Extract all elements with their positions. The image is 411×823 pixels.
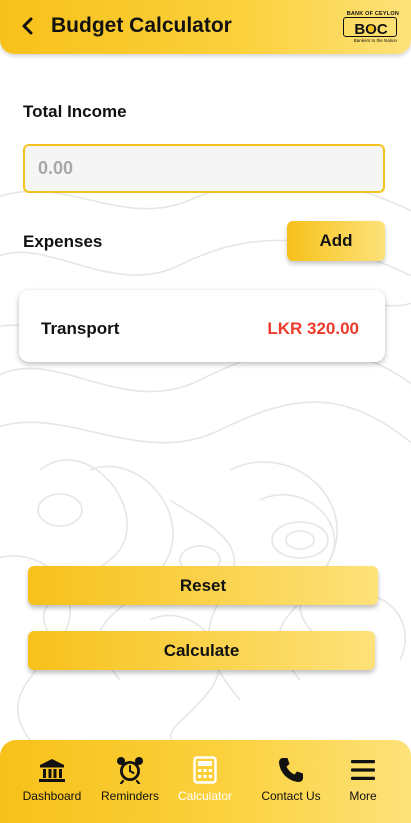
- nav-item-reminders[interactable]: Reminders: [96, 740, 164, 810]
- nav-label-dashboard: Dashboard: [22, 789, 82, 803]
- expense-amount: LKR 320.00: [267, 319, 359, 338]
- phone-icon: [276, 756, 306, 784]
- nav-item-contact-us[interactable]: Contact Us: [256, 740, 326, 810]
- page-title: Budget Calculator: [51, 14, 232, 37]
- nav-label-calculator: Calculator: [177, 789, 233, 803]
- reset-button[interactable]: Reset: [28, 566, 378, 605]
- logo-mark: BOC: [343, 17, 397, 38]
- expense-name: Transport: [41, 319, 120, 338]
- main-content: Total Income Expenses Add Transport LKR …: [0, 0, 411, 823]
- calculate-button[interactable]: Calculate: [28, 631, 375, 670]
- total-income-input[interactable]: [23, 144, 385, 193]
- back-button[interactable]: [14, 12, 42, 40]
- alarm-clock-icon: [115, 756, 145, 784]
- nav-label-more: More: [349, 789, 377, 803]
- app-header: Budget Calculator BANK OF CEYLON BOC Ban…: [0, 0, 411, 54]
- bank-logo: BANK OF CEYLON BOC Bankers to the Nation: [341, 10, 399, 44]
- logo-sub-text: Bankers to the Nation: [353, 38, 397, 43]
- bottom-navigation: Dashboard Reminders Calculator Contact U…: [0, 740, 411, 823]
- nav-label-contact-us: Contact Us: [261, 789, 321, 803]
- add-expense-button[interactable]: Add: [287, 221, 385, 261]
- calculator-icon: [190, 756, 220, 784]
- total-income-label: Total Income: [23, 102, 127, 121]
- chevron-left-icon: [22, 17, 33, 35]
- nav-item-calculator[interactable]: Calculator: [172, 740, 238, 810]
- nav-label-reminders: Reminders: [100, 789, 160, 803]
- expense-card[interactable]: Transport LKR 320.00: [19, 290, 385, 362]
- nav-item-dashboard[interactable]: Dashboard: [17, 740, 87, 810]
- bank-icon: [37, 756, 67, 784]
- menu-icon: [348, 756, 378, 784]
- expenses-label: Expenses: [23, 232, 103, 251]
- nav-item-more[interactable]: More: [336, 740, 390, 810]
